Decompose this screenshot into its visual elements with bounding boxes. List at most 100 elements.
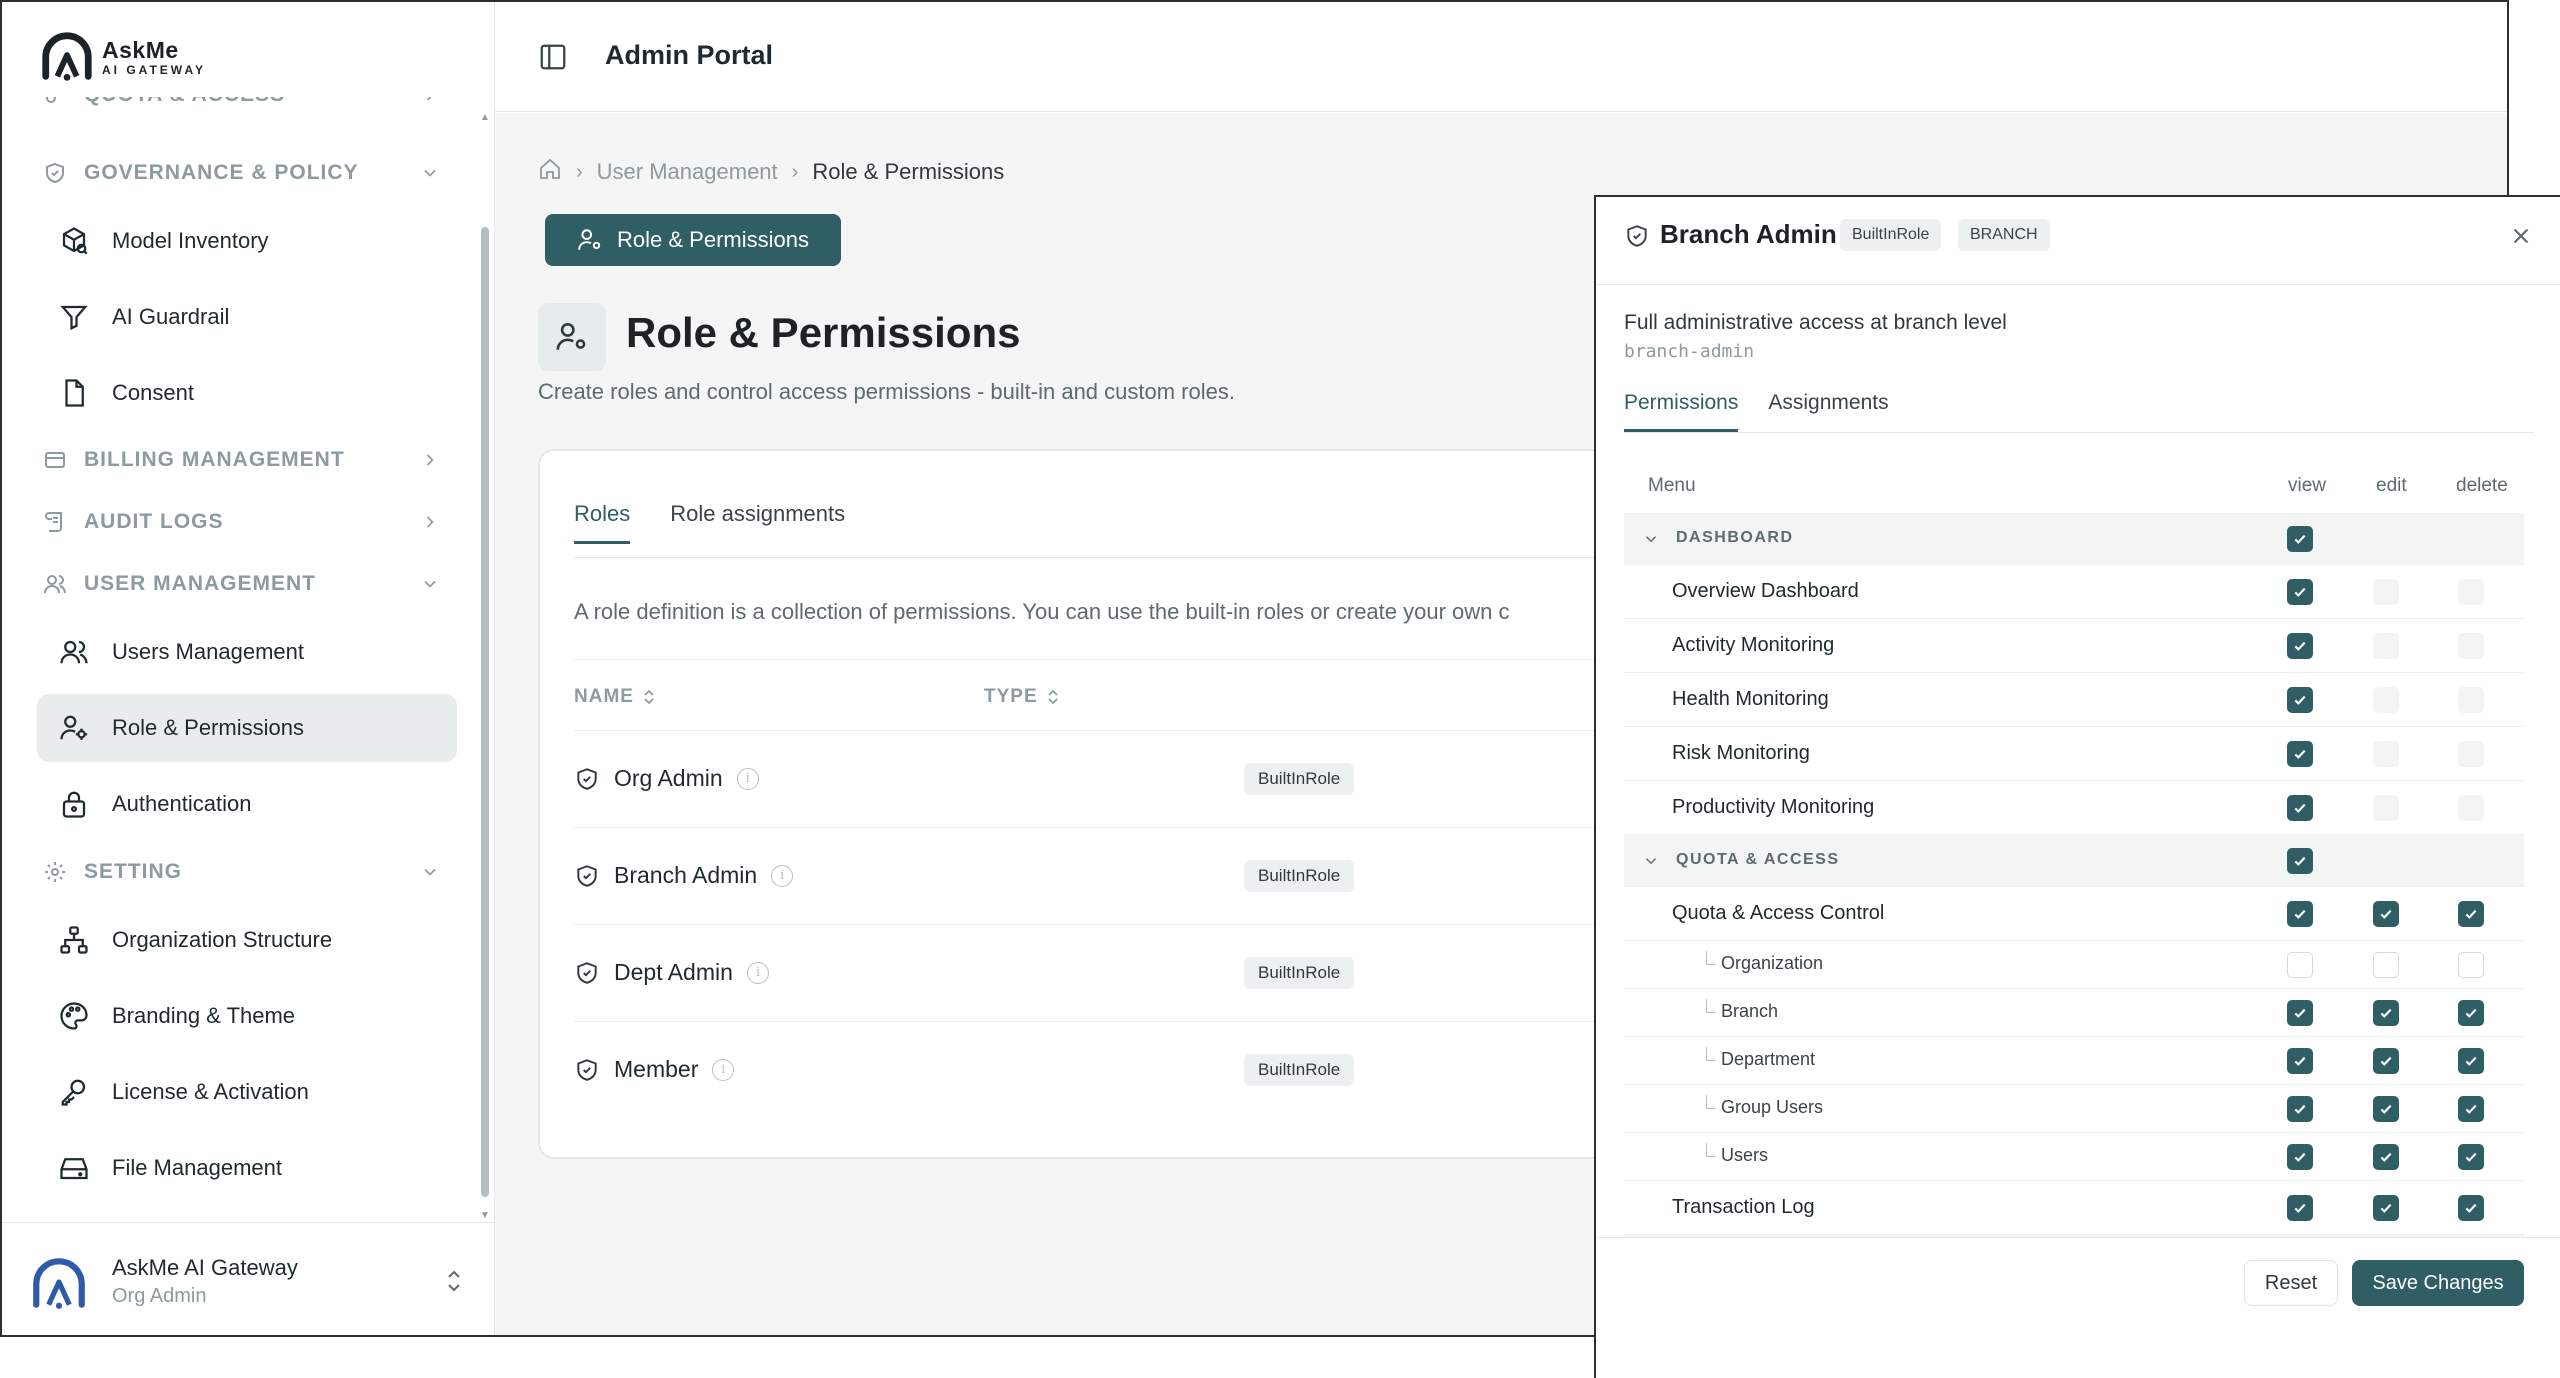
view-checkbox[interactable] — [2287, 1144, 2313, 1170]
permission-row: Department — [1624, 1037, 2524, 1085]
delete-checkbox[interactable] — [2458, 952, 2484, 978]
column-header-edit: edit — [2376, 475, 2407, 496]
view-checkbox[interactable] — [2287, 1195, 2313, 1221]
portal-title: Admin Portal — [605, 40, 774, 70]
permission-row: Risk Monitoring — [1624, 727, 2524, 781]
view-checkbox[interactable] — [2287, 1000, 2313, 1026]
view-checkbox[interactable] — [2287, 901, 2313, 927]
user-switcher[interactable]: AskMe AI Gateway Org Admin — [2, 1222, 494, 1335]
sidebar-toggle-icon[interactable] — [538, 42, 568, 72]
sidebar-item-users-management[interactable]: Users Management — [37, 618, 457, 686]
shield-icon — [42, 160, 68, 186]
permission-label: Quota & Access Control — [1672, 902, 1885, 924]
edit-checkbox[interactable] — [2373, 901, 2399, 927]
column-header-name[interactable]: NAME — [574, 686, 656, 708]
info-icon[interactable]: i — [736, 767, 759, 790]
delete-checkbox[interactable] — [2458, 1048, 2484, 1074]
tab-permissions[interactable]: Permissions — [1624, 391, 1739, 432]
scroll-down-arrow-icon[interactable]: ▼ — [479, 1210, 491, 1222]
permission-row: Organization — [1624, 941, 2524, 989]
delete-checkbox[interactable] — [2458, 1144, 2484, 1170]
sidebar-section-label: GOVERNANCE & POLICY — [84, 161, 359, 184]
brand-logo[interactable]: AskMe AI GATEWAY — [38, 28, 206, 86]
chevron-down-icon[interactable] — [1642, 852, 1660, 875]
sidebar-section-quota-access[interactable]: QUOTA & ACCESS — [42, 97, 442, 115]
delete-checkbox[interactable] — [2458, 1096, 2484, 1122]
edit-checkbox[interactable] — [2373, 1144, 2399, 1170]
sidebar-item-consent[interactable]: Consent — [37, 359, 457, 427]
sidebar-section-governance-policy[interactable]: GOVERNANCE & POLICY — [42, 153, 442, 193]
view-checkbox[interactable] — [2287, 952, 2313, 978]
delete-checkbox[interactable] — [2458, 1195, 2484, 1221]
sidebar-item-model-inventory[interactable]: Model Inventory — [37, 207, 457, 275]
key-icon — [57, 1075, 91, 1109]
view-checkbox[interactable] — [2287, 848, 2313, 874]
role-name-cell: Dept Admin i — [574, 959, 769, 986]
view-checkbox[interactable] — [2287, 1048, 2313, 1074]
sidebar-section-setting[interactable]: SETTING — [42, 852, 442, 892]
chevron-down-icon — [418, 572, 442, 596]
sidebar-section-label: QUOTA & ACCESS — [84, 97, 285, 107]
edit-checkbox[interactable] — [2373, 1096, 2399, 1122]
role-type-badge: BuiltInRole — [1244, 763, 1355, 795]
close-icon[interactable] — [2508, 223, 2538, 253]
info-icon[interactable]: i — [746, 961, 769, 984]
role-name: Branch Admin — [614, 862, 758, 888]
sidebar-section-audit-logs[interactable]: AUDIT LOGS — [42, 502, 442, 542]
tab-role-assignments[interactable]: Role assignments — [670, 501, 845, 544]
permission-label: Department — [1721, 1049, 1816, 1069]
tab-roles[interactable]: Roles — [574, 501, 631, 544]
scroll-up-arrow-icon[interactable]: ▲ — [479, 112, 491, 124]
table-row[interactable]: Dept Admin i BuiltInRole — [574, 925, 1736, 1022]
info-icon[interactable]: i — [771, 864, 794, 887]
edit-checkbox[interactable] — [2373, 1000, 2399, 1026]
sidebar-item-organization-structure[interactable]: Organization Structure — [37, 906, 457, 974]
view-checkbox[interactable] — [2287, 795, 2313, 821]
view-checkbox[interactable] — [2287, 687, 2313, 713]
sidebar-item-branding-theme[interactable]: Branding & Theme — [37, 982, 457, 1050]
edit-checkbox[interactable] — [2373, 1195, 2399, 1221]
sidebar-item-file-management[interactable]: File Management — [37, 1134, 457, 1202]
sidebar-section-user-management[interactable]: USER MANAGEMENT — [42, 564, 442, 604]
home-icon[interactable] — [538, 157, 562, 187]
view-checkbox[interactable] — [2287, 526, 2313, 552]
sidebar-scrollbar[interactable]: ▲ ▼ — [479, 112, 491, 1222]
sidebar-item-license-activation[interactable]: License & Activation — [37, 1058, 457, 1126]
permission-label: Group Users — [1721, 1097, 1824, 1117]
info-icon[interactable]: i — [712, 1058, 735, 1081]
chevron-down-icon[interactable] — [1642, 530, 1660, 553]
delete-checkbox[interactable] — [2458, 901, 2484, 927]
brand-line-2: AI GATEWAY — [102, 62, 207, 77]
table-row[interactable]: Branch Admin i BuiltInRole — [574, 828, 1736, 925]
tab-assignments[interactable]: Assignments — [1768, 391, 1888, 432]
sidebar-item-role-permissions[interactable]: Role & Permissions — [37, 694, 457, 762]
breadcrumb-user-management[interactable]: User Management — [597, 159, 778, 185]
sidebar-section-billing-management[interactable]: BILLING MANAGEMENT — [42, 440, 442, 480]
view-checkbox[interactable] — [2287, 579, 2313, 605]
permission-row: Productivity Monitoring — [1624, 781, 2524, 835]
sidebar-item-authentication[interactable]: Authentication — [37, 770, 457, 838]
role-permissions-pill-button[interactable]: Role & Permissions — [545, 214, 841, 266]
sidebar-section-label: SETTING — [84, 860, 183, 883]
users-icon — [57, 635, 91, 669]
view-checkbox[interactable] — [2287, 741, 2313, 767]
delete-checkbox[interactable] — [2458, 1000, 2484, 1026]
table-row[interactable]: Org Admin i BuiltInRole — [574, 731, 1736, 828]
view-checkbox[interactable] — [2287, 1096, 2313, 1122]
sidebar-section-label: USER MANAGEMENT — [84, 572, 317, 595]
sidebar-item-ai-guardrail[interactable]: AI Guardrail — [37, 283, 457, 351]
delete-checkbox — [2458, 741, 2484, 767]
scrollbar-thumb[interactable] — [481, 227, 489, 1197]
sidebar-section-label: AUDIT LOGS — [84, 510, 224, 533]
permission-group-row[interactable]: QUOTA & ACCESS — [1624, 835, 2524, 887]
role-type-badge: BuiltInRole — [1244, 957, 1355, 989]
edit-checkbox[interactable] — [2373, 1048, 2399, 1074]
table-row[interactable]: Member i BuiltInRole — [574, 1022, 1736, 1119]
permission-group-row[interactable]: DASHBOARD — [1624, 513, 2524, 565]
column-header-type[interactable]: TYPE — [984, 686, 1060, 708]
reset-button[interactable]: Reset — [2244, 1260, 2338, 1306]
save-changes-button[interactable]: Save Changes — [2352, 1260, 2524, 1306]
avatar — [33, 1258, 85, 1309]
edit-checkbox[interactable] — [2373, 952, 2399, 978]
view-checkbox[interactable] — [2287, 633, 2313, 659]
